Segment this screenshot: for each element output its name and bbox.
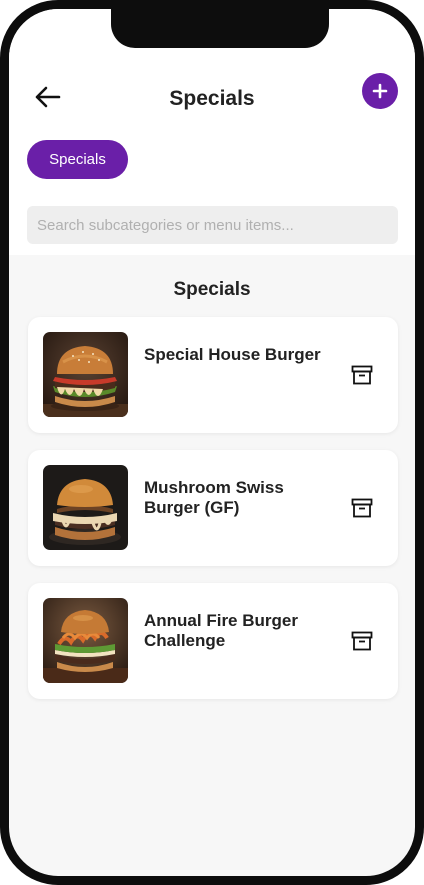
archive-icon xyxy=(351,631,373,651)
plus-icon xyxy=(372,83,388,99)
device-notch xyxy=(111,9,329,48)
burger-photo xyxy=(43,465,128,550)
section-title: Specials xyxy=(173,279,251,300)
menu-item-name: Annual Fire Burger Challenge xyxy=(144,611,298,650)
menu-item-name: Special House Burger xyxy=(144,345,321,364)
menu-item-card[interactable]: Annual Fire Burger Challenge xyxy=(28,583,398,699)
archive-button[interactable] xyxy=(350,363,374,387)
archive-button[interactable] xyxy=(350,496,374,520)
page-title: Specials xyxy=(169,87,255,110)
archive-icon xyxy=(351,365,373,385)
archive-icon xyxy=(351,498,373,518)
search-input[interactable] xyxy=(27,206,398,244)
menu-item-name: Mushroom Swiss Burger (GF) xyxy=(144,478,284,517)
menu-item-card[interactable]: Special House Burger xyxy=(28,317,398,433)
phone-frame: Specials Specials Specials xyxy=(0,0,424,885)
add-item-button[interactable] xyxy=(362,73,398,109)
archive-button[interactable] xyxy=(350,629,374,653)
menu-item-card[interactable]: Mushroom Swiss Burger (GF) xyxy=(28,450,398,566)
burger-photo xyxy=(43,598,128,683)
burger-photo xyxy=(43,332,128,417)
category-chip-specials[interactable]: Specials xyxy=(27,140,128,179)
